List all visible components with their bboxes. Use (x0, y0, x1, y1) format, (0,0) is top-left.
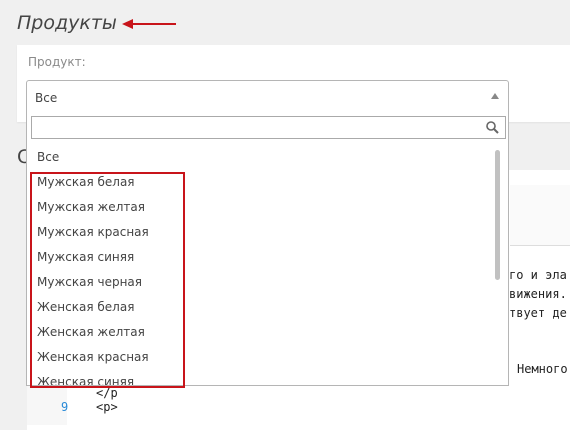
product-select[interactable]: Все (26, 80, 509, 113)
page-title: Продукты (17, 12, 117, 34)
code-line-fragment: вижения. (509, 287, 567, 301)
code-line-fragment: го и эла (509, 268, 567, 282)
dropdown-option[interactable]: Все (27, 145, 497, 170)
code-line-fragment: твует де (509, 306, 567, 320)
product-select-value: Все (35, 91, 58, 105)
annotation-highlight-box (30, 172, 185, 388)
dropdown-scrollbar-thumb[interactable] (495, 150, 500, 280)
search-icon (486, 121, 499, 134)
annotation-arrow-icon (122, 19, 176, 29)
caret-up-icon[interactable] (491, 93, 499, 99)
code-line-fragment: </p (96, 386, 118, 400)
code-line-fragment: Немного (517, 362, 568, 376)
code-editor-toolbar (510, 185, 570, 246)
product-field-label: Продукт: (28, 55, 86, 69)
line-number: 9 (61, 400, 69, 414)
code-line: <p> (96, 400, 118, 414)
dropdown-search-input[interactable] (31, 116, 506, 139)
